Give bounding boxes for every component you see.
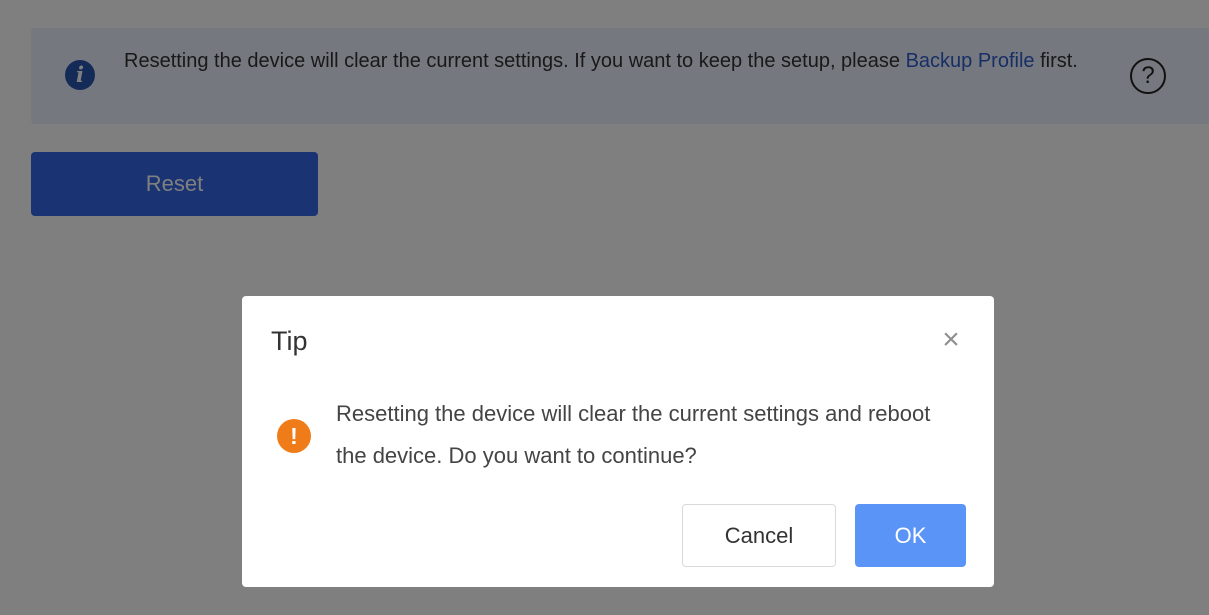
dialog-title: Tip (271, 326, 308, 356)
close-icon[interactable]: × (937, 325, 965, 355)
dialog-message: Resetting the device will clear the curr… (336, 401, 931, 468)
cancel-button[interactable]: Cancel (682, 504, 836, 567)
reset-confirmation-dialog: Tip × ! Resetting the device will clear … (242, 296, 994, 587)
ok-button[interactable]: OK (855, 504, 966, 567)
warning-icon: ! (277, 419, 311, 453)
